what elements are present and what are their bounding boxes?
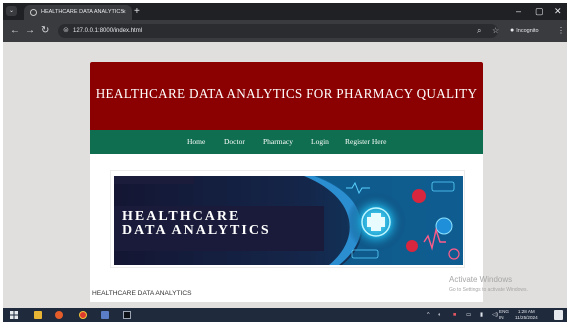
taskbar: ^ ◐ ■ ▭ ▮ ◁) ENG IN 1:28 AM 11/25/2024 <box>3 308 567 322</box>
address-bar[interactable]: ⊜ 127.0.0.1:8000/index.html <box>58 24 498 38</box>
nav-login[interactable]: Login <box>311 130 329 154</box>
notification-icon[interactable] <box>554 310 563 320</box>
incognito-icon: ● <box>510 27 515 34</box>
nav-home[interactable]: Home <box>187 130 205 154</box>
app-icon[interactable] <box>55 311 63 319</box>
banner-heading-line2: DATA ANALYTICS <box>122 223 271 238</box>
site-title: HEALTHCARE DATA ANALYTICS FOR PHARMACY Q… <box>95 86 478 101</box>
banner-frame: HEALTHCARE DATA ANALYTICS <box>110 170 465 268</box>
windows-start-icon[interactable] <box>10 311 18 319</box>
browser-tab[interactable]: HEALTHCARE DATA ANALYTICS × <box>24 5 132 20</box>
watermark-subtitle: Go to Settings to activate Windows. <box>449 287 528 293</box>
battery-icon[interactable]: ▮ <box>480 308 483 322</box>
network-icon[interactable]: ▭ <box>466 308 471 322</box>
nav-doctor[interactable]: Doctor <box>224 130 245 154</box>
file-explorer-icon[interactable] <box>34 311 42 319</box>
site-info-icon[interactable]: ⊜ <box>63 24 69 38</box>
tab-title: HEALTHCARE DATA ANALYTICS <box>41 9 125 15</box>
address-url: 127.0.0.1:8000/index.html <box>73 28 143 34</box>
show-hidden-icons-icon[interactable]: ^ <box>427 308 430 322</box>
watermark-title: Activate Windows <box>449 275 513 284</box>
page-caption: HEALTHCARE DATA ANALYTICS <box>92 290 192 297</box>
activate-windows-watermark: Activate Windows Go to Settings to activ… <box>449 275 528 295</box>
zoom-icon[interactable]: ⌕ <box>477 20 481 42</box>
screen: ⌄ HEALTHCARE DATA ANALYTICS × + – ▢ ✕ ← … <box>3 3 567 322</box>
tab-search-button[interactable]: ⌄ <box>6 6 17 16</box>
more-menu-icon[interactable]: ⋮ <box>557 20 565 42</box>
tab-close-button[interactable]: × <box>122 5 126 20</box>
browser-tab-strip: ⌄ HEALTHCARE DATA ANALYTICS × + – ▢ ✕ <box>3 3 567 20</box>
language-region: IN <box>499 315 504 320</box>
clock-date: 11/25/2024 <box>515 315 538 320</box>
nav-pharmacy[interactable]: Pharmacy <box>263 130 293 154</box>
minimize-button[interactable]: – <box>516 3 521 20</box>
site-nav: Home Doctor Pharmacy Login Register Here <box>90 130 483 154</box>
forward-arrow-icon[interactable]: → <box>25 20 35 42</box>
site-header: HEALTHCARE DATA ANALYTICS FOR PHARMACY Q… <box>90 62 483 130</box>
chrome-icon[interactable] <box>79 311 87 319</box>
browser-toolbar: ← → ↻ ⊜ 127.0.0.1:8000/index.html ⌕ ☆ ● I… <box>3 20 567 42</box>
new-tab-button[interactable]: + <box>134 3 140 20</box>
back-arrow-icon[interactable]: ← <box>10 20 20 42</box>
close-window-button[interactable]: ✕ <box>554 3 562 20</box>
incognito-indicator[interactable]: ● Incognito <box>510 25 539 37</box>
tray-security-icon[interactable]: ■ <box>453 308 456 322</box>
reload-icon[interactable]: ↻ <box>41 20 49 42</box>
banner-image: HEALTHCARE DATA ANALYTICS <box>114 176 463 265</box>
globe-icon <box>30 9 37 16</box>
restore-button[interactable]: ▢ <box>535 3 544 20</box>
volume-icon[interactable]: ◁) <box>492 308 498 322</box>
bookmark-star-icon[interactable]: ☆ <box>492 20 499 42</box>
system-clock[interactable]: 1:28 AM 11/25/2024 <box>515 309 538 321</box>
incognito-label: Incognito <box>516 28 539 34</box>
language-indicator[interactable]: ENG IN <box>499 309 509 321</box>
web-page: HEALTHCARE DATA ANALYTICS FOR PHARMACY Q… <box>90 62 483 302</box>
notepad-icon[interactable] <box>101 311 109 319</box>
terminal-icon[interactable] <box>123 311 131 319</box>
tray-app-icon[interactable]: ◐ <box>438 308 441 322</box>
nav-register[interactable]: Register Here <box>345 130 386 154</box>
